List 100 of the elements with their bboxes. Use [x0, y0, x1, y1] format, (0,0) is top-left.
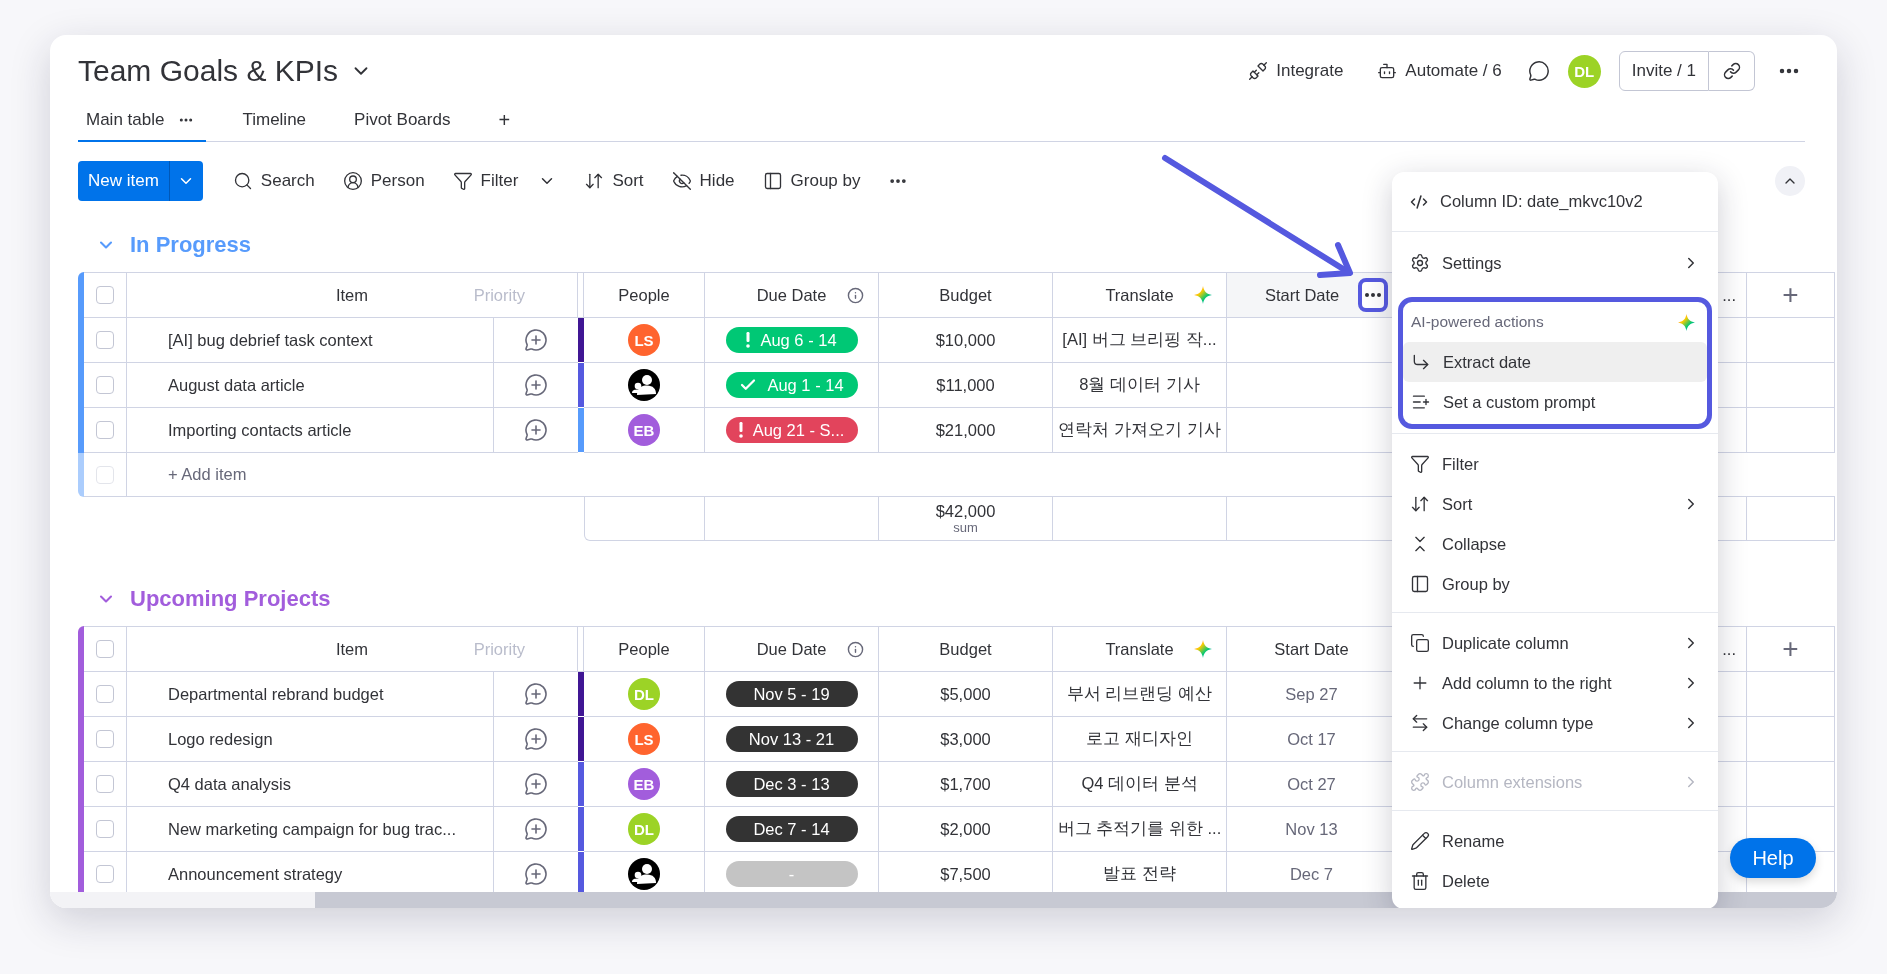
checkbox[interactable] [96, 465, 114, 484]
checkbox[interactable] [96, 820, 114, 838]
column-header[interactable]: People [618, 285, 670, 305]
timeline-pill[interactable]: Dec 7 - 14 [725, 816, 858, 842]
column-header[interactable]: Item [335, 285, 369, 305]
view-tab[interactable]: Main table [78, 99, 207, 142]
info-icon[interactable] [847, 640, 864, 658]
menu-item[interactable]: Collapse [1392, 524, 1718, 564]
puzzle-icon [1410, 772, 1430, 792]
comment-plus-icon[interactable] [524, 772, 548, 796]
checkbox[interactable] [96, 286, 114, 304]
comment-plus-icon[interactable] [524, 418, 548, 442]
sum-value: $42,000 [935, 502, 996, 520]
checkbox[interactable] [96, 331, 114, 349]
menu-item[interactable]: Change column type [1392, 703, 1718, 743]
comment-plus-icon[interactable] [524, 682, 548, 706]
toolbar-button[interactable]: Person [334, 165, 433, 197]
timeline-pill[interactable]: Nov 5 - 19 [725, 681, 858, 707]
table-cell: Sep 27 [1285, 684, 1338, 704]
avatar[interactable]: EB [628, 768, 660, 800]
item-name[interactable]: Announcement strategy [168, 864, 343, 884]
checkbox[interactable] [96, 865, 114, 883]
column-header[interactable]: Translate [1105, 639, 1174, 659]
column-header[interactable]: Due Date [756, 285, 827, 305]
chat-icon[interactable] [1527, 60, 1550, 82]
menu-item[interactable]: Group by [1392, 564, 1718, 604]
item-name[interactable]: [AI] bug debrief task context [168, 330, 373, 350]
timeline-pill[interactable]: Aug 21 - S... [725, 417, 858, 443]
column-header[interactable]: ... [1722, 285, 1736, 305]
invite-button[interactable]: Invite / 1 [1618, 51, 1709, 91]
item-name[interactable]: Importing contacts article [168, 420, 352, 440]
timeline-pill[interactable]: Dec 3 - 13 [725, 771, 858, 797]
funnel-icon [452, 171, 473, 191]
column-header[interactable]: Translate [1105, 285, 1174, 305]
table-cell: $1,700 [940, 774, 991, 794]
menu-item[interactable]: Sort [1392, 484, 1718, 524]
menu-item[interactable]: Extract date [1403, 342, 1707, 382]
checkbox[interactable] [96, 376, 114, 394]
column-header[interactable]: Due Date [756, 639, 827, 659]
menu-item[interactable]: Filter [1392, 444, 1718, 484]
collapse-button[interactable] [1775, 166, 1805, 196]
column-header[interactable]: People [618, 639, 670, 659]
item-name[interactable]: New marketing campaign for bug trac... [168, 819, 456, 839]
add-column-button[interactable]: + [1776, 633, 1805, 665]
toolbar-button[interactable]: Search [224, 165, 323, 197]
comment-plus-icon[interactable] [524, 373, 548, 397]
column-header[interactable]: Start Date [1274, 639, 1349, 659]
checkbox[interactable] [96, 730, 114, 748]
menu-item[interactable]: Settings [1392, 243, 1718, 283]
avatar[interactable]: EB [628, 414, 660, 446]
menu-item[interactable]: Set a custom prompt [1403, 382, 1707, 422]
column-header[interactable]: Start Date [1265, 285, 1340, 305]
item-name[interactable]: Logo redesign [168, 729, 273, 749]
view-tab[interactable]: Pivot Boards [346, 99, 463, 142]
item-name[interactable]: Departmental rebrand budget [168, 684, 384, 704]
checkbox[interactable] [96, 640, 114, 658]
table-cell: $3,000 [940, 729, 991, 749]
column-header[interactable]: Budget [939, 639, 992, 659]
toolbar-button[interactable]: Sort [576, 165, 652, 197]
menu-item[interactable]: Add column to the right [1392, 663, 1718, 703]
sort-icon [1410, 494, 1430, 514]
item-name[interactable]: Q4 data analysis [168, 774, 291, 794]
add-item-button[interactable]: + Add item [168, 465, 247, 484]
help-button[interactable]: Help [1730, 838, 1816, 878]
table-cell-text: 발표 전략 [1103, 863, 1176, 884]
sparkle-icon [1194, 640, 1212, 658]
toolbar-button[interactable]: Hide [663, 165, 743, 197]
menu-item[interactable]: Duplicate column [1392, 623, 1718, 663]
column-header[interactable]: Item [335, 639, 369, 659]
comment-plus-icon[interactable] [524, 727, 548, 751]
checkbox[interactable] [96, 685, 114, 703]
avatar-icon [628, 369, 660, 401]
column-menu-button[interactable] [1358, 278, 1388, 312]
column-header[interactable]: ... [1722, 639, 1736, 659]
search-icon [232, 171, 253, 191]
board-title[interactable]: Team Goals & KPIs [78, 54, 339, 88]
info-icon[interactable] [847, 286, 864, 304]
item-name[interactable]: August data article [168, 375, 305, 395]
column-header[interactable]: Budget [939, 285, 992, 305]
checkbox[interactable] [96, 775, 114, 793]
add-view-button[interactable]: + [490, 99, 519, 141]
group-title[interactable]: Upcoming Projects [130, 586, 331, 612]
timeline-pill[interactable]: Nov 13 - 21 [725, 726, 858, 752]
swap-arrows-icon [1410, 713, 1430, 733]
table-cell-text: Q4 데이터 분석 [1081, 773, 1198, 794]
menu-item[interactable]: Rename [1392, 821, 1718, 861]
comment-plus-icon[interactable] [524, 817, 548, 841]
menu-item[interactable]: Delete [1392, 861, 1718, 901]
view-tab[interactable]: Timeline [234, 99, 319, 142]
automate-button[interactable]: Automate / 6 [1369, 55, 1510, 87]
comment-plus-icon[interactable] [524, 862, 548, 886]
sparkle-icon [1678, 313, 1695, 331]
checkbox[interactable] [96, 421, 114, 439]
toolbar-button[interactable]: Filter [444, 165, 565, 197]
toolbar-button[interactable]: Group by [754, 165, 869, 197]
add-column-button[interactable]: + [1776, 279, 1805, 311]
new-item-button[interactable]: New item [78, 161, 169, 201]
integrate-button[interactable]: Integrate [1240, 55, 1352, 87]
comment-plus-icon[interactable] [524, 328, 548, 352]
copy-link-button[interactable] [1709, 51, 1755, 91]
